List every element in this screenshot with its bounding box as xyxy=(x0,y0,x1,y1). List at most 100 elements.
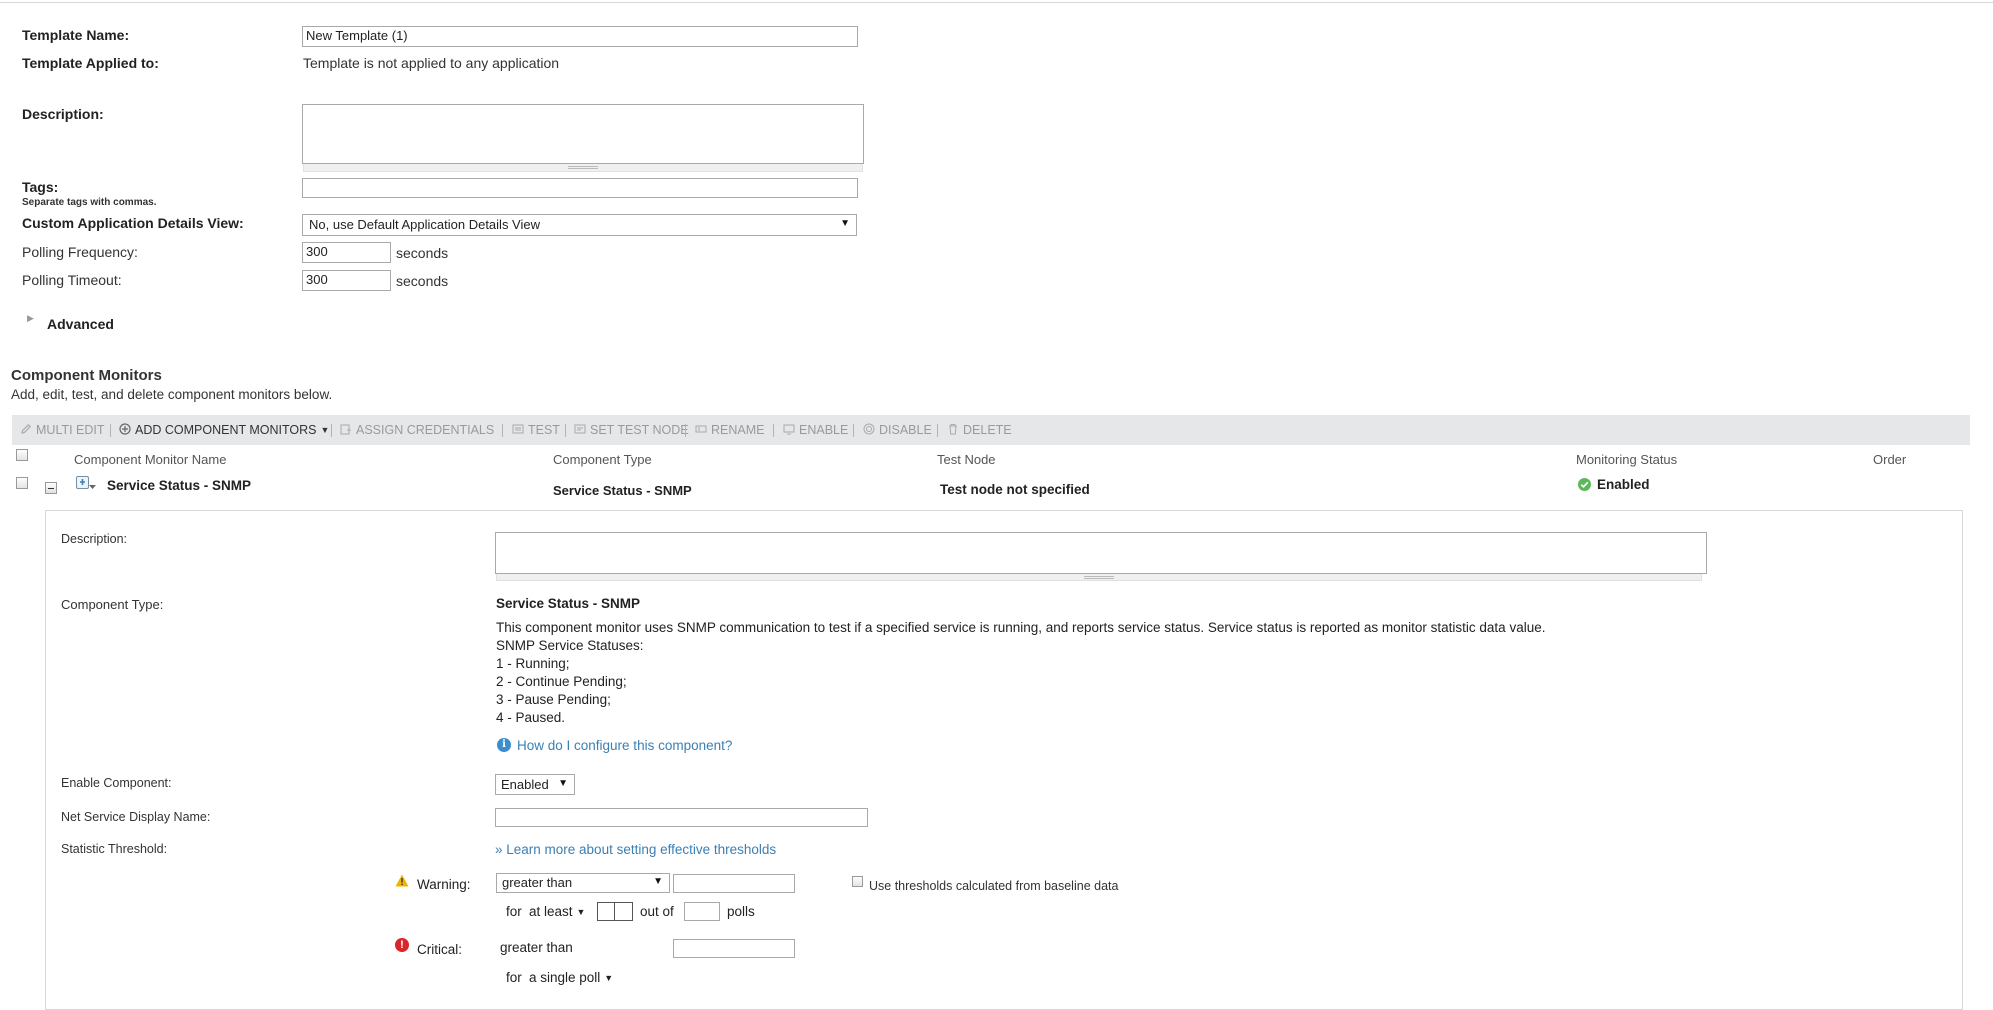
test-button[interactable]: TEST xyxy=(512,423,560,437)
caret-down-icon: ▼ xyxy=(604,973,614,983)
tags-label: Tags: xyxy=(22,179,59,195)
net-service-input[interactable] xyxy=(495,808,868,827)
collapse-icon[interactable] xyxy=(45,482,57,494)
detail-component-type-desc: This component monitor uses SNMP communi… xyxy=(496,620,1546,635)
baseline-checkbox[interactable] xyxy=(852,876,863,887)
expand-arrow-icon[interactable]: ▶ xyxy=(27,313,34,324)
disable-button[interactable]: DISABLE xyxy=(863,423,932,437)
polling-frequency-unit: seconds xyxy=(396,245,449,261)
net-service-label: Net Service Display Name: xyxy=(61,810,211,824)
template-name-value: New Template (1) xyxy=(306,28,408,43)
caret-down-icon: ▼ xyxy=(576,907,586,917)
template-name-input[interactable]: New Template (1) xyxy=(302,26,858,47)
detail-description-resize-handle[interactable] xyxy=(496,574,1702,581)
detail-component-type-label: Component Type: xyxy=(61,597,164,612)
critical-label: Critical: xyxy=(417,942,463,957)
critical-for-label: for xyxy=(506,970,522,985)
rename-button[interactable]: RENAME xyxy=(695,423,764,437)
polling-timeout-value: 300 xyxy=(306,272,328,287)
top-border xyxy=(0,2,1993,3)
multi-edit-button[interactable]: MULTI EDIT xyxy=(20,423,105,437)
detail-description-textarea[interactable] xyxy=(495,532,1707,574)
help-configure-link[interactable]: How do I configure this component? xyxy=(517,738,732,753)
detail-component-type-name: Service Status - SNMP xyxy=(496,596,641,611)
description-label: Description: xyxy=(22,106,104,122)
test-icon xyxy=(512,424,524,434)
enable-icon xyxy=(783,424,795,435)
column-header-type[interactable]: Component Type xyxy=(553,452,652,467)
column-header-test-node[interactable]: Test Node xyxy=(937,452,996,467)
row-checkbox[interactable] xyxy=(16,477,28,489)
template-applied-label: Template Applied to: xyxy=(22,55,159,71)
tags-input[interactable] xyxy=(302,178,858,198)
disable-icon xyxy=(863,423,875,435)
template-name-label: Template Name: xyxy=(22,27,130,43)
row-monitor-name[interactable]: Service Status - SNMP xyxy=(107,478,251,493)
critical-threshold-input[interactable] xyxy=(673,939,795,958)
component-toolbar: MULTI EDIT ADD COMPONENT MONITORS ▼ ASSIG… xyxy=(12,415,1970,445)
enable-component-label: Enable Component: xyxy=(61,776,172,790)
select-all-checkbox[interactable] xyxy=(16,449,28,461)
chevron-down-icon: ▼ xyxy=(558,778,568,789)
chevron-down-icon: ▼ xyxy=(653,876,663,887)
custom-view-label: Custom Application Details View: xyxy=(22,215,244,231)
status-item: 4 - Paused. xyxy=(496,710,566,725)
enable-button[interactable]: ENABLE xyxy=(783,423,848,437)
polling-frequency-input[interactable]: 300 xyxy=(302,242,391,263)
component-detail-panel xyxy=(45,510,1963,1010)
warning-threshold-input[interactable] xyxy=(673,874,795,893)
statistic-threshold-label: Statistic Threshold: xyxy=(61,842,168,856)
polling-timeout-input[interactable]: 300 xyxy=(302,270,391,291)
custom-view-value: No, use Default Application Details View xyxy=(309,217,540,232)
critical-operator[interactable]: greater than xyxy=(500,940,573,955)
description-resize-handle[interactable] xyxy=(303,164,863,172)
rename-icon xyxy=(695,425,707,433)
status-item: 1 - Running; xyxy=(496,656,570,671)
check-circle-icon xyxy=(1578,478,1591,491)
critical-for-dropdown[interactable]: a single poll ▼ xyxy=(529,970,613,985)
row-component-type: Service Status - SNMP xyxy=(553,483,692,498)
column-header-order[interactable]: Order xyxy=(1873,452,1906,467)
critical-icon: ! xyxy=(395,938,409,952)
credentials-icon xyxy=(340,424,351,435)
warning-polls-label: polls xyxy=(727,904,755,919)
warning-for-dropdown[interactable]: at least ▼ xyxy=(529,904,585,919)
column-header-name[interactable]: Component Monitor Name xyxy=(74,452,226,467)
polling-timeout-unit: seconds xyxy=(396,273,449,289)
row-status: Enabled xyxy=(1597,477,1650,492)
row-test-node: Test node not specified xyxy=(940,482,1090,497)
caret-down-icon: ▼ xyxy=(320,425,330,435)
chevron-down-icon: ▼ xyxy=(840,218,850,229)
node-icon xyxy=(574,424,586,434)
component-monitors-title: Component Monitors xyxy=(11,367,162,384)
trash-icon xyxy=(949,424,957,435)
warning-icon xyxy=(395,874,409,890)
column-header-status[interactable]: Monitoring Status xyxy=(1576,452,1677,467)
warning-label: Warning: xyxy=(417,877,471,892)
set-test-node-button[interactable]: SET TEST NODE xyxy=(574,423,689,437)
enable-component-value: Enabled xyxy=(501,777,549,792)
baseline-label: Use thresholds calculated from baseline … xyxy=(869,879,1119,893)
enable-component-select[interactable]: Enabled ▼ xyxy=(495,774,575,795)
tags-hint: Separate tags with commas. xyxy=(22,197,157,208)
assign-credentials-button[interactable]: ASSIGN CREDENTIALS xyxy=(340,423,494,437)
description-textarea[interactable] xyxy=(302,104,864,164)
advanced-toggle[interactable]: Advanced xyxy=(47,316,114,332)
warning-polls-input[interactable] xyxy=(684,902,720,921)
warning-count-input[interactable] xyxy=(597,902,633,921)
polling-timeout-label: Polling Timeout: xyxy=(22,272,122,288)
info-icon: i xyxy=(497,738,511,752)
pencil-icon xyxy=(21,423,32,434)
template-applied-value: Template is not applied to any applicati… xyxy=(303,55,560,71)
learn-thresholds-link[interactable]: » Learn more about setting effective thr… xyxy=(495,842,776,857)
warning-operator-value: greater than xyxy=(502,875,573,890)
warning-out-of-label: out of xyxy=(640,904,674,919)
service-status-icon[interactable] xyxy=(76,476,100,492)
status-item: 3 - Pause Pending; xyxy=(496,692,611,707)
warning-operator-select[interactable]: greater than ▼ xyxy=(496,873,670,893)
custom-view-select[interactable]: No, use Default Application Details View… xyxy=(302,214,857,236)
polling-frequency-value: 300 xyxy=(306,244,328,259)
add-component-monitors-button[interactable]: ADD COMPONENT MONITORS ▼ xyxy=(119,423,329,437)
delete-button[interactable]: DELETE xyxy=(947,423,1012,437)
add-circle-icon xyxy=(119,423,131,435)
